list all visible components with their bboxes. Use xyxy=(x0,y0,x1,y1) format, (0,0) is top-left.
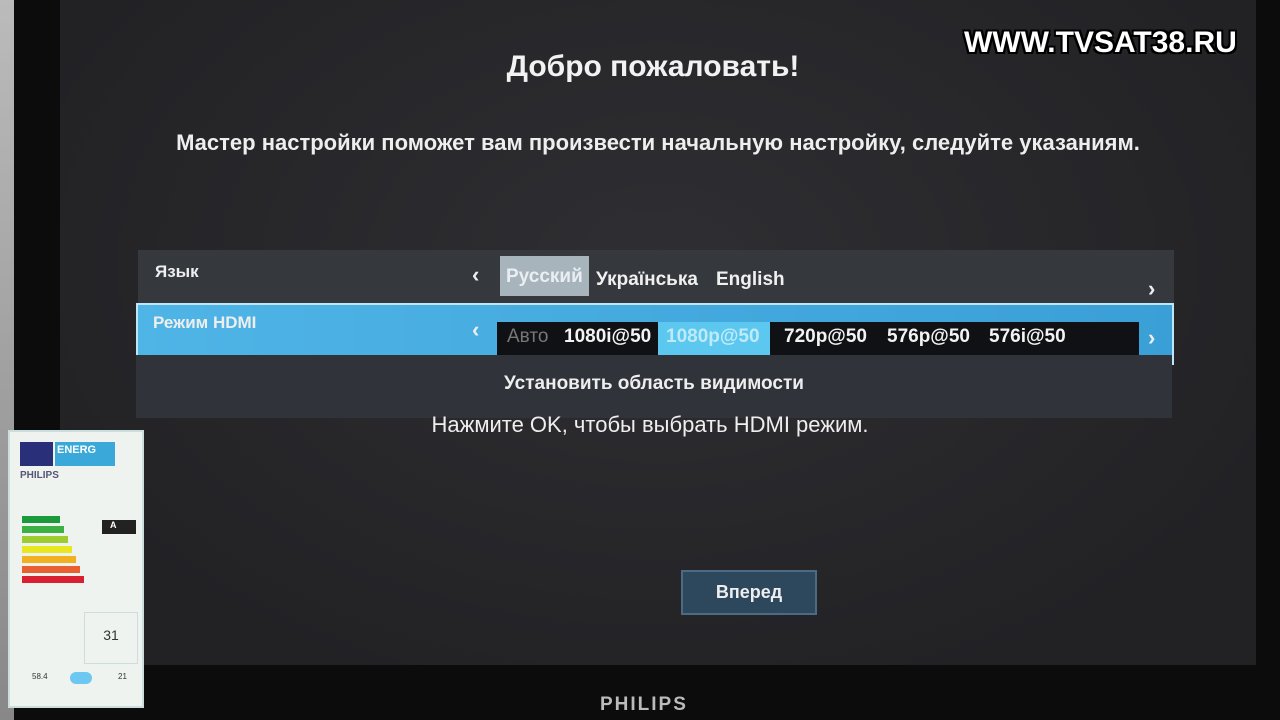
energy-bar xyxy=(22,566,80,573)
energy-bar xyxy=(22,556,76,563)
monitor-brand-logo: PHILIPS xyxy=(600,694,688,715)
energy-bar xyxy=(22,576,84,583)
chevron-right-icon[interactable]: › xyxy=(1148,325,1155,351)
language-option-english[interactable]: English xyxy=(710,263,791,297)
hdmi-label: Режим HDMI xyxy=(153,313,257,332)
energy-power: 31 xyxy=(84,612,138,664)
language-option-ukrainian[interactable]: Українська xyxy=(590,263,704,297)
hdmi-options-strip: Авто 1080i@50 1080p@50 720p@50 576p@50 5… xyxy=(497,322,1139,358)
energy-value1: 58.4 xyxy=(32,672,48,681)
language-option-russian[interactable]: Русский xyxy=(500,256,589,296)
energy-bar xyxy=(22,526,64,533)
energy-bar xyxy=(22,546,72,553)
eu-flag-icon xyxy=(20,442,53,466)
hdmi-option-576i50[interactable]: 576i@50 xyxy=(989,326,1066,348)
energy-brand: PHILIPS xyxy=(20,470,59,481)
hdmi-option-1080p50[interactable]: 1080p@50 xyxy=(658,322,770,358)
hdmi-option-1080i50[interactable]: 1080i@50 xyxy=(564,326,651,348)
chevron-left-icon[interactable]: ‹ xyxy=(472,317,479,343)
energy-class: A xyxy=(102,520,136,534)
watermark: WWW.TVSAT38.RU xyxy=(964,26,1237,59)
energy-label-sticker: ENERG PHILIPS A 31 58.4 21 xyxy=(8,430,144,708)
chevron-right-icon[interactable]: › xyxy=(1148,276,1155,302)
energy-header: ENERG xyxy=(55,442,115,466)
language-row[interactable]: Язык ‹ Русский Українська English › xyxy=(138,250,1174,308)
hdmi-option-576p50[interactable]: 576p@50 xyxy=(887,326,970,348)
energy-icon xyxy=(70,672,92,684)
next-button[interactable]: Вперед xyxy=(681,570,817,615)
set-visible-area-button[interactable]: Установить область видимости xyxy=(136,355,1172,418)
hint-text: Нажмите OK, чтобы выбрать HDMI режим. xyxy=(431,412,869,437)
energy-bar xyxy=(22,536,68,543)
language-label: Язык xyxy=(155,262,199,281)
chevron-left-icon[interactable]: ‹ xyxy=(472,262,479,288)
energy-value2: 21 xyxy=(118,672,127,681)
hdmi-option-720p50[interactable]: 720p@50 xyxy=(784,326,867,348)
hdmi-option-auto[interactable]: Авто xyxy=(507,326,548,348)
energy-bar xyxy=(22,516,60,523)
page-subtitle: Мастер настройки поможет вам произвести … xyxy=(176,130,1140,155)
